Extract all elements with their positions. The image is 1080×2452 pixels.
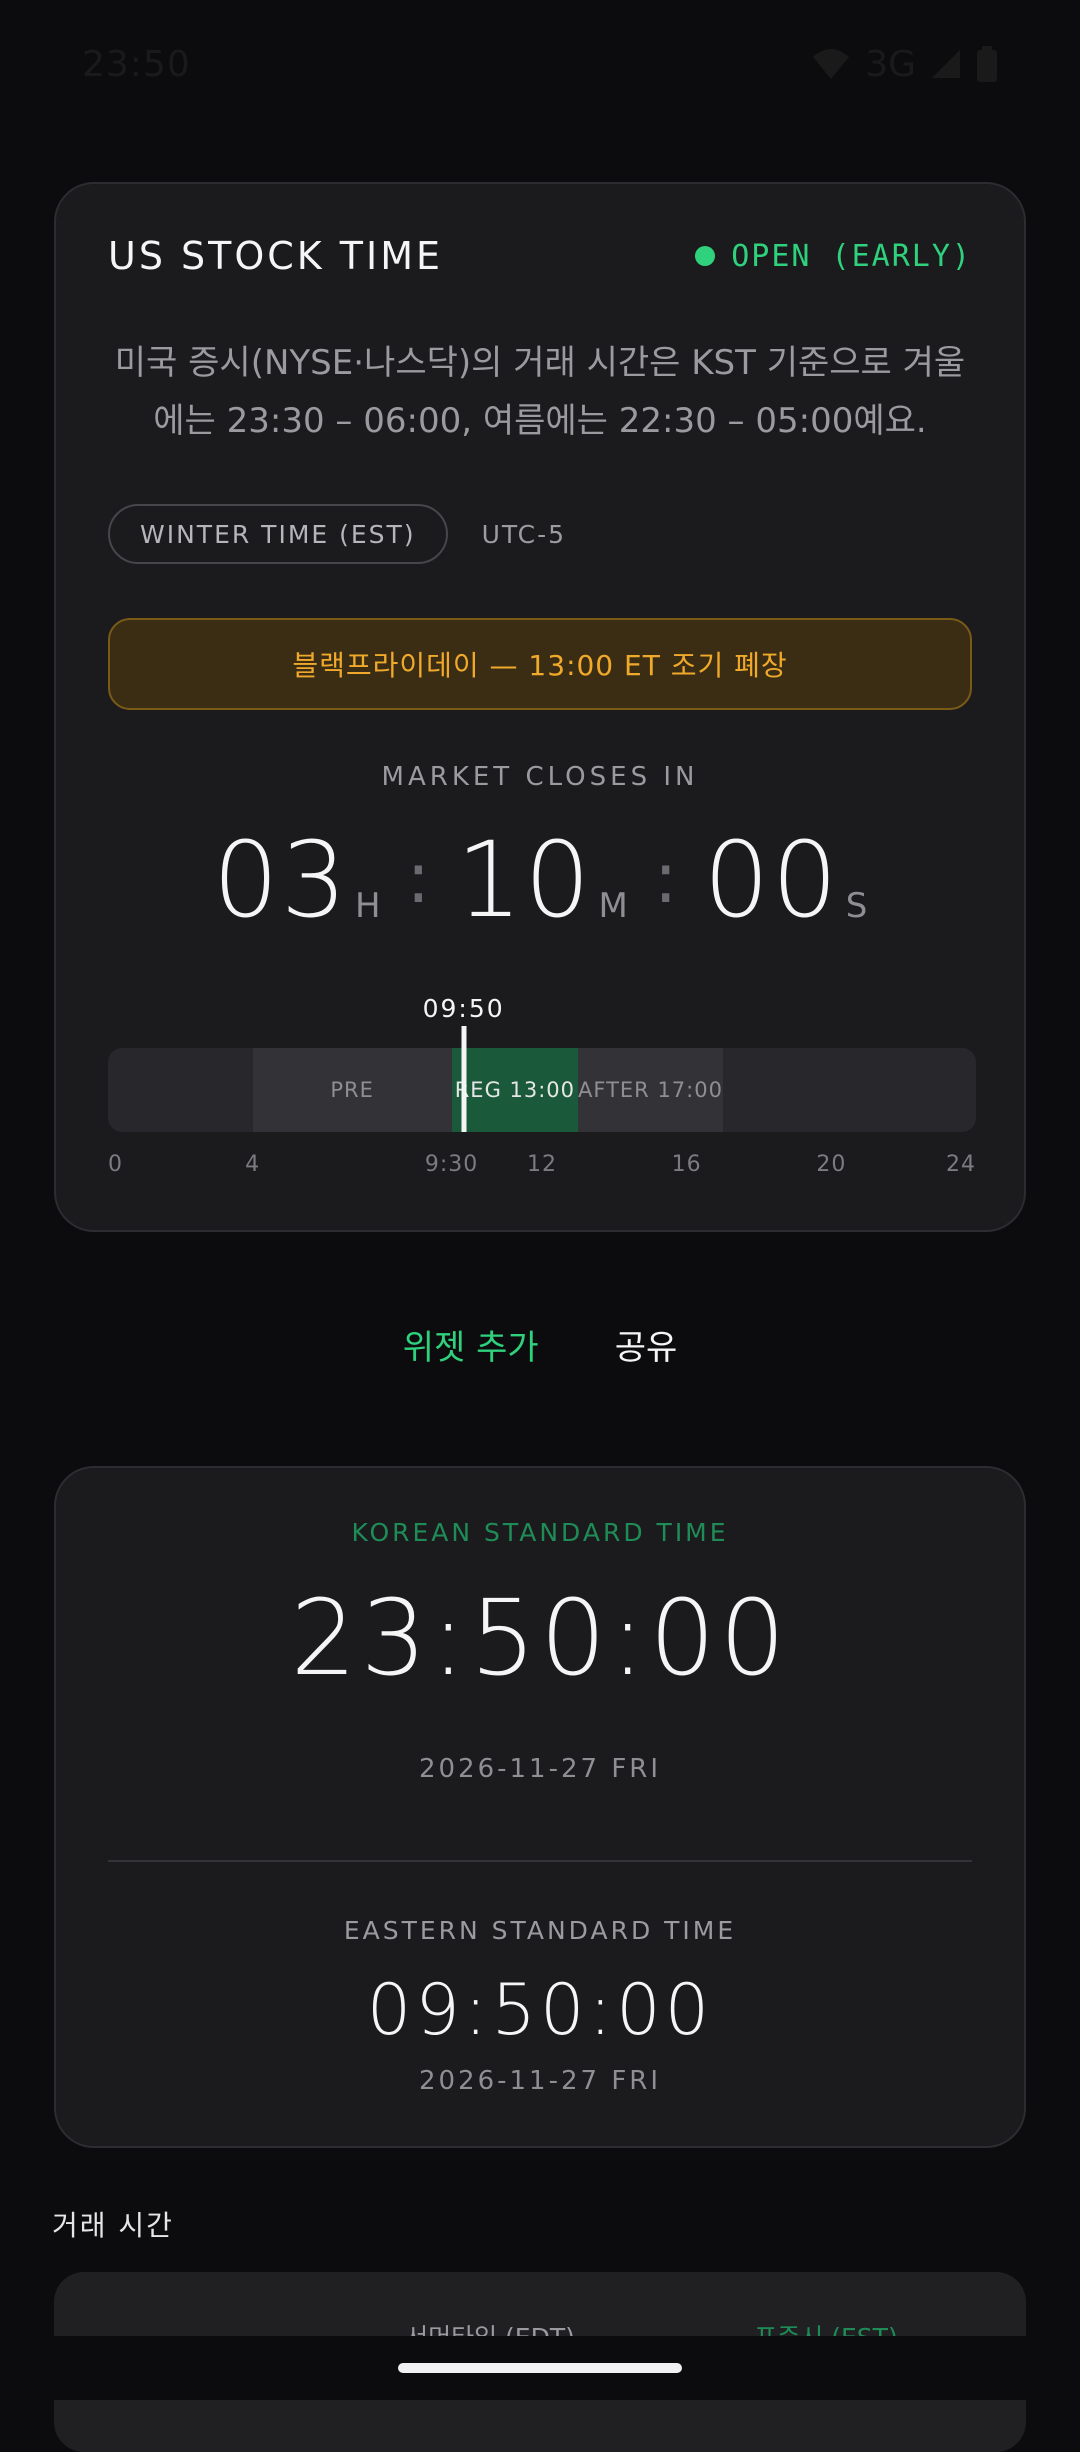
hours-unit: H (354, 886, 381, 926)
separator: : (406, 837, 431, 919)
time-mode-pill[interactable]: WINTER TIME (EST) (108, 504, 448, 564)
timeline-segment-reg: REG 13:00 (451, 1048, 579, 1132)
countdown-hours: 03 (212, 819, 349, 941)
market-description: 미국 증시(NYSE·나스닥)의 거래 시간은 KST 기준으로 겨울에는 23… (114, 343, 966, 441)
timeline-segment-pre: PRE (252, 1048, 452, 1132)
session-timeline: PRE REG 13:00 AFTER 17:00 (108, 1048, 976, 1132)
market-status: OPEN (EARLY) (695, 239, 972, 274)
signal-icon (930, 48, 962, 80)
timeline-tick-label: 16 (671, 1152, 702, 1177)
timeline-tick-label: 0 (108, 1152, 123, 1177)
share-button[interactable]: 공유 (615, 1320, 678, 1369)
clocks-card: KOREAN STANDARD TIME 23:50:00 2026-11-27… (54, 1466, 1026, 2148)
battery-icon (976, 46, 998, 82)
divider (108, 1860, 972, 1862)
current-time-marker (461, 1026, 467, 1132)
status-icons: 3G (811, 44, 998, 85)
kst-label: KOREAN STANDARD TIME (351, 1518, 729, 1547)
market-status-text: OPEN (EARLY) (731, 238, 972, 274)
timeline-tick-label: 12 (527, 1152, 557, 1177)
utc-offset: UTC-5 (481, 519, 567, 549)
trading-hours-title: 거래 시간 (52, 2209, 174, 2242)
minutes-unit: M (598, 886, 628, 926)
kst-date: 2026-11-27 FRI (418, 1754, 662, 1784)
action-row: 위젯 추가 공유 (0, 1320, 1080, 1369)
countdown-seconds: 00 (703, 819, 840, 941)
app-title: US STOCK TIME (108, 234, 444, 278)
countdown: 03 H : 10 M : 00 S (56, 824, 1024, 936)
status-time: 23:50 (82, 43, 191, 85)
est-date: 2026-11-27 FRI (418, 2066, 662, 2096)
est-label: EASTERN STANDARD TIME (343, 1916, 737, 1945)
timeline-tick-label: 4 (245, 1152, 261, 1177)
seconds-unit: S (845, 886, 868, 926)
est-time: 09:50:00 (366, 1969, 714, 2051)
time-mode-row: WINTER TIME (EST) UTC-5 (108, 504, 566, 564)
timeline-axis: 0 4 9:30 12 16 20 24 (108, 1152, 976, 1182)
timeline-tick-label: 24 (946, 1152, 976, 1177)
current-time-marker-label: 09:50 (422, 994, 505, 1023)
separator: : (653, 837, 678, 919)
timeline-segment-after: AFTER 17:00 (578, 1048, 723, 1132)
home-indicator[interactable] (398, 2363, 682, 2373)
network-type: 3G (865, 43, 916, 85)
countdown-minutes: 10 (456, 819, 593, 941)
status-dot-icon (695, 246, 716, 266)
countdown-label: MARKET CLOSES IN (381, 762, 699, 792)
add-widget-button[interactable]: 위젯 추가 (403, 1320, 539, 1369)
early-close-banner: 블랙프라이데이 — 13:00 ET 조기 폐장 (108, 618, 972, 710)
market-status-card: US STOCK TIME OPEN (EARLY) 미국 증시(NYSE·나스… (54, 182, 1026, 1232)
status-bar: 23:50 3G (0, 0, 1080, 128)
card-header: US STOCK TIME OPEN (EARLY) (108, 234, 972, 278)
wifi-icon (811, 47, 851, 81)
kst-time: 23:50:00 (290, 1577, 790, 1699)
timeline-tick-label: 9:30 (424, 1152, 479, 1177)
timeline-tick-label: 20 (816, 1152, 847, 1177)
